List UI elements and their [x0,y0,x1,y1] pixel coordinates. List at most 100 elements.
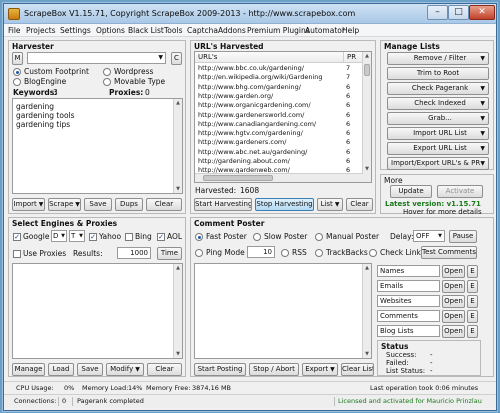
table-row[interactable]: http://www.bhg.com/gardening/6 [195,83,363,92]
trim-to-root-button[interactable]: Trim to Root [387,67,489,80]
m-button[interactable]: M [12,52,23,65]
ping-threads-input[interactable]: 10 [247,246,275,258]
radio-ping-mode[interactable] [195,249,203,257]
update-button[interactable]: Update [390,185,432,198]
grab-button[interactable]: Grab... ▼ [387,112,489,125]
table-row[interactable]: http://www.hgtv.com/gardening/6 [195,129,363,138]
poster-textarea[interactable]: ▲ ▼ [194,263,372,359]
test-comments-button[interactable]: Test Comments [421,246,477,259]
radio-fast-poster[interactable] [195,233,203,241]
scroll-down-icon[interactable]: ▼ [174,185,182,193]
import-url-list-button[interactable]: Import URL List ▼ [387,127,489,140]
stop-harvesting-button[interactable]: Stop Harvesting [255,198,314,211]
open-emails-button[interactable]: Open [442,280,465,293]
minimize-button[interactable]: – [427,5,448,20]
table-row[interactable]: http://www.organicgardening.com/6 [195,101,363,110]
import-export-pr-button[interactable]: Import/Export URL's & PR ▼ [387,157,489,170]
scrape-button[interactable]: Scrape ▼ [48,198,81,211]
scroll-thumb[interactable] [364,64,370,76]
open-websites-button[interactable]: Open [442,295,465,308]
start-harvesting-button[interactable]: Start Harvesting [194,198,252,211]
remove-filter-button[interactable]: Remove / Filter ▼ [387,52,489,65]
dups-button[interactable]: Dups [115,198,143,211]
bing-checkbox[interactable] [125,233,133,241]
edit-blog-lists-button[interactable]: E [467,325,478,338]
poster-scrollbar[interactable]: ▲ ▼ [362,264,371,358]
radio-wordpress[interactable] [103,68,111,76]
menu-black-list[interactable]: Black List [128,26,164,35]
proxies-textarea[interactable]: ▲ ▼ [12,263,183,359]
radio-manual-poster[interactable] [315,233,323,241]
save-button[interactable]: Save [84,198,112,211]
radio-slow-poster[interactable] [253,233,261,241]
scroll-up-icon[interactable]: ▲ [363,264,371,272]
scroll-down-icon[interactable]: ▼ [363,165,371,173]
menu-projects[interactable]: Projects [26,26,56,35]
aol-checkbox[interactable]: ✓ [157,233,165,241]
manage-proxies-button[interactable]: Manage [12,363,45,376]
urls-vscroll[interactable]: ▲ ▼ [362,52,371,182]
scroll-up-icon[interactable]: ▲ [174,99,182,107]
menu-captcha[interactable]: Captcha [187,26,218,35]
pause-button[interactable]: Pause [449,230,477,243]
google-time-select[interactable]: T ▼ [69,230,85,242]
urls-grid[interactable]: URL's PR http://www.bbc.co.uk/gardening/… [194,51,372,183]
scroll-down-icon[interactable]: ▼ [363,350,371,358]
radio-blogengine[interactable] [13,78,21,86]
clear-list-button[interactable]: Clear List [341,363,374,376]
open-names-button[interactable]: Open [442,265,465,278]
close-button[interactable]: ✕ [469,5,495,20]
table-row[interactable]: http://www.abc.net.au/gardening/6 [195,148,363,157]
urls-hscroll[interactable] [195,173,363,182]
col-pr[interactable]: PR [343,52,356,62]
use-proxies-checkbox[interactable] [13,250,21,258]
table-row[interactable]: http://www.gardeners.com/6 [195,138,363,147]
menu-options[interactable]: Options [96,26,125,35]
edit-emails-button[interactable]: E [467,280,478,293]
menu-addons[interactable]: Addons [218,26,246,35]
export-button[interactable]: Export ▼ [302,363,338,376]
radio-check-links[interactable] [369,249,377,257]
radio-trackbacks[interactable] [315,249,323,257]
table-row[interactable]: http://www.bbc.co.uk/gardening/7 [195,64,363,73]
modify-proxies-button[interactable]: Modify ▼ [106,363,144,376]
menu-help[interactable]: Help [342,26,359,35]
yahoo-checkbox[interactable]: ✓ [89,233,97,241]
radio-movable-type[interactable] [103,78,111,86]
keywords-scrollbar[interactable]: ▲ ▼ [173,99,182,193]
clear-keywords-button[interactable]: Clear [146,198,182,211]
maximize-button[interactable]: □ [448,5,469,20]
time-button[interactable]: Time [157,247,182,260]
open-blog-lists-button[interactable]: Open [442,325,465,338]
delay-select[interactable]: OFF ▼ [413,230,445,242]
radio-rss[interactable] [281,249,289,257]
edit-websites-button[interactable]: E [467,295,478,308]
menu-automator[interactable]: Automator [305,26,345,35]
edit-comments-button[interactable]: E [467,310,478,323]
google-checkbox[interactable]: ✓ [13,233,21,241]
keywords-textarea[interactable]: gardening gardening tools gardening tips… [12,98,183,194]
results-input[interactable]: 1000 [117,247,151,259]
engine-select[interactable]: ▼ [27,52,166,64]
menu-settings[interactable]: Settings [60,26,91,35]
activate-button[interactable]: Activate [437,185,483,198]
scroll-up-icon[interactable]: ▲ [363,52,371,60]
table-row[interactable]: http://www.canadiangardening.com/6 [195,120,363,129]
menu-tools[interactable]: Tools [164,26,182,35]
clear-urls-button[interactable]: Clear [346,198,373,211]
start-posting-button[interactable]: Start Posting [194,363,246,376]
table-row[interactable]: http://www.gardenersworld.com/6 [195,111,363,120]
menu-premium-plugins[interactable]: Premium Plugins [247,26,310,35]
edit-names-button[interactable]: E [467,265,478,278]
scroll-up-icon[interactable]: ▲ [174,264,182,272]
import-button[interactable]: Import ▼ [12,198,45,211]
table-row[interactable]: http://www.garden.org/6 [195,92,363,101]
c-button[interactable]: C [171,52,182,65]
list-button[interactable]: List ▼ [317,198,343,211]
table-row[interactable]: http://gardening.about.com/6 [195,157,363,166]
check-pagerank-button[interactable]: Check Pagerank ▼ [387,82,489,95]
save-proxies-button[interactable]: Save [77,363,103,376]
export-url-list-button[interactable]: Export URL List ▼ [387,142,489,155]
scroll-down-icon[interactable]: ▼ [174,350,182,358]
col-urls[interactable]: URL's [198,52,217,62]
